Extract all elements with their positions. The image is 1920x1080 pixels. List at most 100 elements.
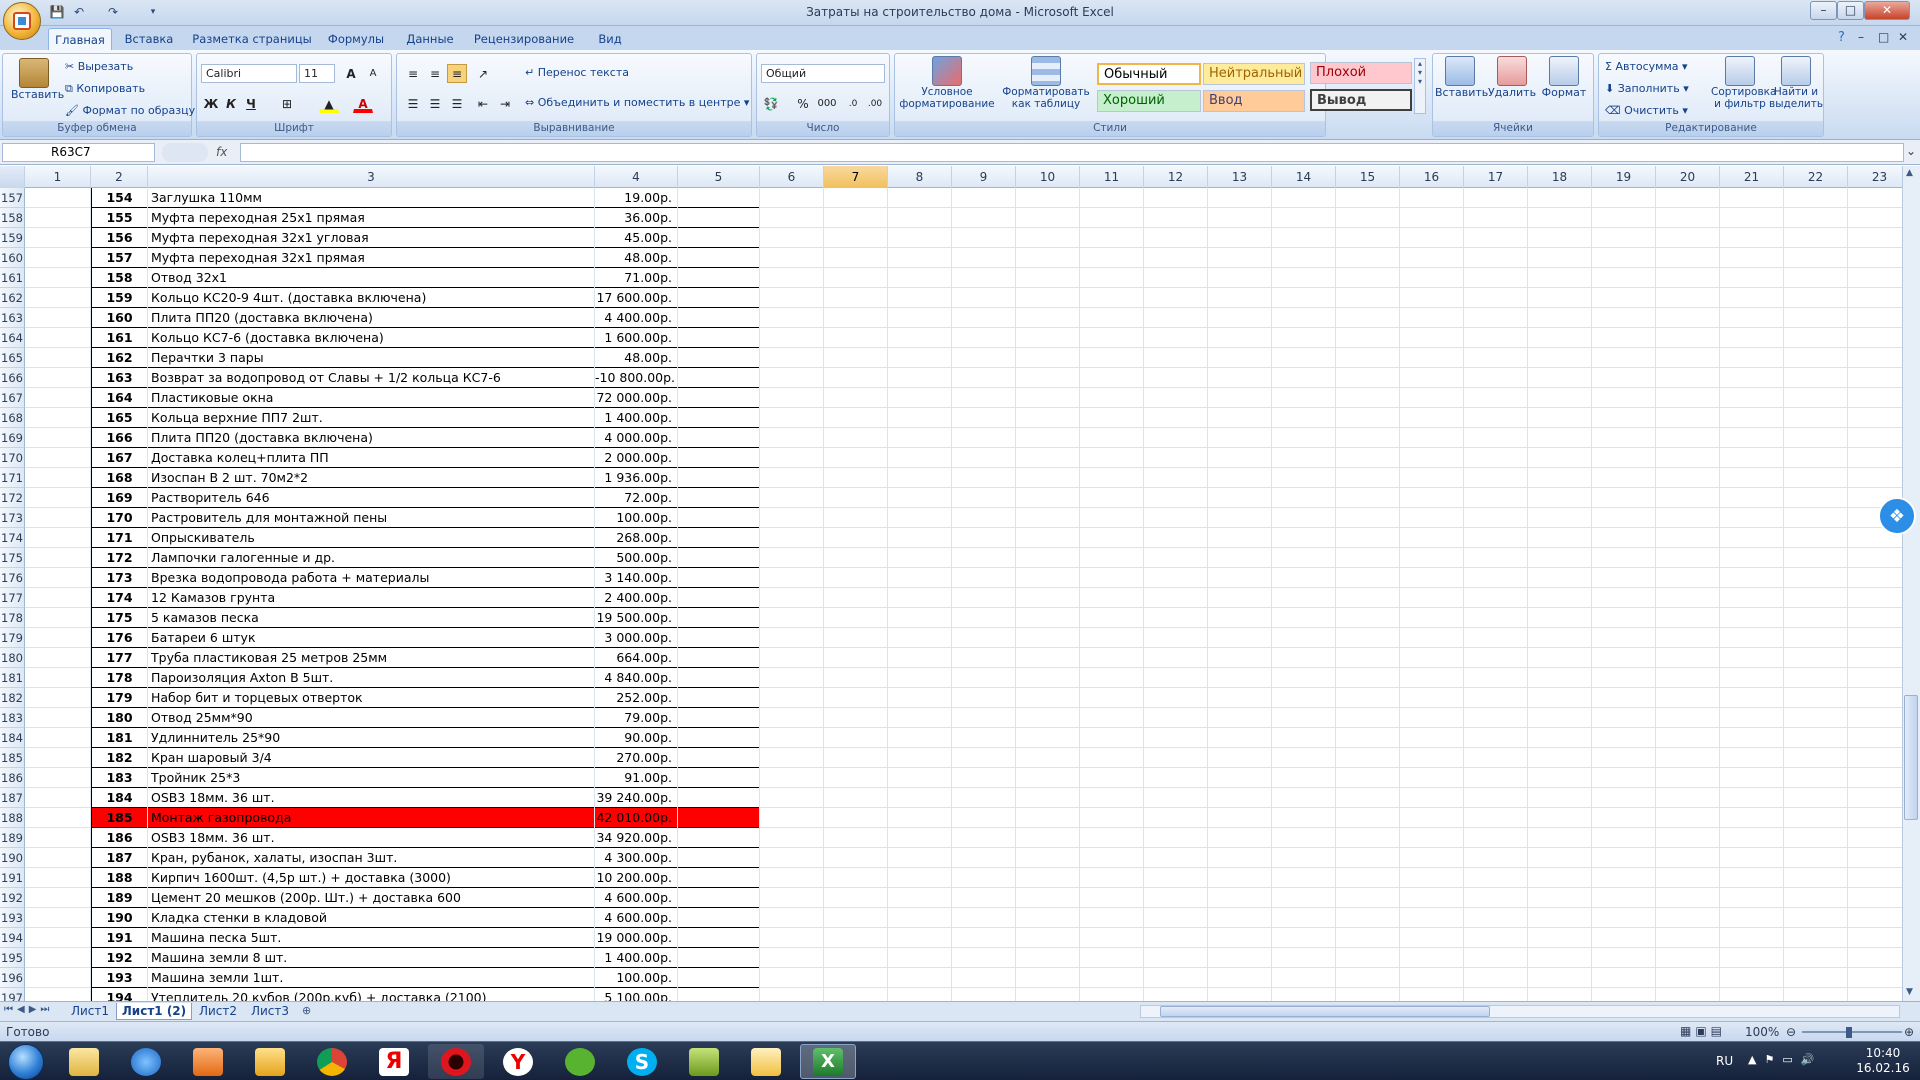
cell-amount[interactable]: 1 400.00р. bbox=[595, 408, 678, 428]
cell-number[interactable]: 180 bbox=[91, 708, 148, 728]
maximize-button[interactable]: □ bbox=[1837, 1, 1864, 20]
cell-number[interactable]: 154 bbox=[91, 188, 148, 208]
cell-empty[interactable] bbox=[678, 648, 760, 668]
row-header[interactable]: 195 bbox=[0, 948, 25, 968]
name-box[interactable]: R63C7 bbox=[2, 143, 155, 162]
cell-amount[interactable]: 10 200.00р. bbox=[595, 868, 678, 888]
cell-amount[interactable]: 34 920.00р. bbox=[595, 828, 678, 848]
copy-button[interactable]: ⧉ Копировать bbox=[65, 82, 145, 96]
insert-sheet-icon[interactable]: ⊕ bbox=[302, 1004, 311, 1017]
spreadsheet-grid[interactable]: 1 2 3 4 5 6 7 8 9 10 11 12 13 14 15 16 17 18 19 20 21 22 23 15… bbox=[0, 166, 1902, 1001]
insert-cells-button[interactable]: Вставить bbox=[1435, 56, 1488, 99]
cell-empty[interactable] bbox=[678, 188, 760, 208]
cell-item[interactable]: Отвод 25мм*90 bbox=[148, 708, 595, 728]
cell-item[interactable]: Доставка колец+плита ПП bbox=[148, 448, 595, 468]
cell-amount[interactable]: 19 500.00р. bbox=[595, 608, 678, 628]
taskbar-ie[interactable] bbox=[118, 1044, 174, 1079]
office-button[interactable] bbox=[3, 2, 41, 40]
column-header-15[interactable]: 15 bbox=[1336, 166, 1400, 188]
find-select-button[interactable]: Найти и выделить bbox=[1769, 56, 1823, 110]
cell-amount[interactable]: 19.00р. bbox=[595, 188, 678, 208]
taskbar-skype[interactable]: S bbox=[614, 1044, 670, 1079]
cell-amount[interactable]: 1 936.00р. bbox=[595, 468, 678, 488]
cell-amount[interactable]: 3 000.00р. bbox=[595, 628, 678, 648]
column-header-21[interactable]: 21 bbox=[1720, 166, 1784, 188]
row-header[interactable]: 184 bbox=[0, 728, 25, 748]
row-header[interactable]: 189 bbox=[0, 828, 25, 848]
cell-empty[interactable] bbox=[678, 808, 760, 828]
row-header[interactable]: 163 bbox=[0, 308, 25, 328]
row-header[interactable]: 185 bbox=[0, 748, 25, 768]
cell-number[interactable]: 193 bbox=[91, 968, 148, 988]
cell-number[interactable]: 162 bbox=[91, 348, 148, 368]
cell-item[interactable]: Набор бит и торцевых отверток bbox=[148, 688, 595, 708]
cell-amount[interactable]: 17 600.00р. bbox=[595, 288, 678, 308]
cell-amount[interactable]: 42 010.00р. bbox=[595, 808, 678, 828]
cell-empty[interactable] bbox=[678, 548, 760, 568]
number-format-combo[interactable]: Общий bbox=[761, 64, 885, 83]
row-header[interactable]: 164 bbox=[0, 328, 25, 348]
row-header[interactable]: 174 bbox=[0, 528, 25, 548]
cell-item[interactable]: Кирпич 1600шт. (4,5р шт.) + доставка (30… bbox=[148, 868, 595, 888]
taskbar-app4[interactable] bbox=[242, 1044, 298, 1079]
taskbar-chrome[interactable] bbox=[304, 1044, 360, 1079]
cell-empty[interactable] bbox=[678, 628, 760, 648]
fill-color-icon[interactable]: ▲ bbox=[319, 94, 339, 113]
select-all-button[interactable] bbox=[0, 166, 25, 188]
bold-button[interactable]: Ж bbox=[201, 94, 221, 113]
decrease-decimal-icon[interactable]: .00 bbox=[865, 94, 885, 113]
row-header[interactable]: 181 bbox=[0, 668, 25, 688]
cell-number[interactable]: 178 bbox=[91, 668, 148, 688]
cell-amount[interactable]: 100.00р. bbox=[595, 968, 678, 988]
orientation-icon[interactable]: ↗ bbox=[473, 64, 493, 83]
cell-amount[interactable]: 100.00р. bbox=[595, 508, 678, 528]
row-header[interactable]: 177 bbox=[0, 588, 25, 608]
cell-amount[interactable]: 4 300.00р. bbox=[595, 848, 678, 868]
sheet-nav-icons[interactable]: ⏮◀▶⏭ bbox=[4, 1004, 53, 1015]
cell-amount[interactable]: 5 100.00р. bbox=[595, 988, 678, 1001]
column-header-18[interactable]: 18 bbox=[1528, 166, 1592, 188]
row-header[interactable]: 186 bbox=[0, 768, 25, 788]
cell-item[interactable]: Врезка водопровода работа + материалы bbox=[148, 568, 595, 588]
cell-number[interactable]: 187 bbox=[91, 848, 148, 868]
column-header-3[interactable]: 3 bbox=[148, 166, 595, 188]
zoom-level[interactable]: 100% bbox=[1745, 1025, 1779, 1039]
column-header-20[interactable]: 20 bbox=[1656, 166, 1720, 188]
cell-number[interactable]: 182 bbox=[91, 748, 148, 768]
row-header[interactable]: 179 bbox=[0, 628, 25, 648]
row-header[interactable]: 161 bbox=[0, 268, 25, 288]
cell-item[interactable]: Кран, рубанок, халаты, изоспан 3шт. bbox=[148, 848, 595, 868]
style-input[interactable]: Ввод bbox=[1203, 90, 1305, 112]
align-right-icon[interactable]: ☰ bbox=[447, 94, 467, 113]
delete-cells-button[interactable]: Удалить bbox=[1487, 56, 1537, 99]
ribbon-minimize-icon[interactable]: – bbox=[1858, 30, 1864, 44]
row-header[interactable]: 158 bbox=[0, 208, 25, 228]
taskbar-app10[interactable] bbox=[676, 1044, 732, 1079]
row-header[interactable]: 172 bbox=[0, 488, 25, 508]
cell-empty[interactable] bbox=[678, 508, 760, 528]
cell-item[interactable]: Машина песка 5шт. bbox=[148, 928, 595, 948]
cell-amount[interactable]: 664.00р. bbox=[595, 648, 678, 668]
cell-item[interactable]: Кран шаровый 3/4 bbox=[148, 748, 595, 768]
column-header-10[interactable]: 10 bbox=[1016, 166, 1080, 188]
ribbon-close-icon[interactable]: ✕ bbox=[1898, 30, 1908, 44]
cell-amount[interactable]: 90.00р. bbox=[595, 728, 678, 748]
column-header-14[interactable]: 14 bbox=[1272, 166, 1336, 188]
qat-customize-icon[interactable]: ▾ bbox=[144, 4, 162, 20]
row-header[interactable]: 168 bbox=[0, 408, 25, 428]
cell-number[interactable]: 167 bbox=[91, 448, 148, 468]
cell-empty[interactable] bbox=[678, 828, 760, 848]
column-header-22[interactable]: 22 bbox=[1784, 166, 1848, 188]
styles-gallery-scroll[interactable]: ▴ ▾ ▾ bbox=[1414, 58, 1426, 114]
row-header[interactable]: 182 bbox=[0, 688, 25, 708]
cell-amount[interactable]: 4 400.00р. bbox=[595, 308, 678, 328]
column-header-17[interactable]: 17 bbox=[1464, 166, 1528, 188]
cell-number[interactable]: 161 bbox=[91, 328, 148, 348]
decrease-indent-icon[interactable]: ⇤ bbox=[473, 94, 493, 113]
taskbar-utorrent[interactable] bbox=[552, 1044, 608, 1079]
cell-amount[interactable]: 4 600.00р. bbox=[595, 908, 678, 928]
column-header-8[interactable]: 8 bbox=[888, 166, 952, 188]
taskbar-excel[interactable]: X bbox=[800, 1044, 856, 1079]
format-painter-button[interactable]: 🖌 Формат по образцу bbox=[65, 104, 195, 117]
align-center-icon[interactable]: ☰ bbox=[425, 94, 445, 113]
